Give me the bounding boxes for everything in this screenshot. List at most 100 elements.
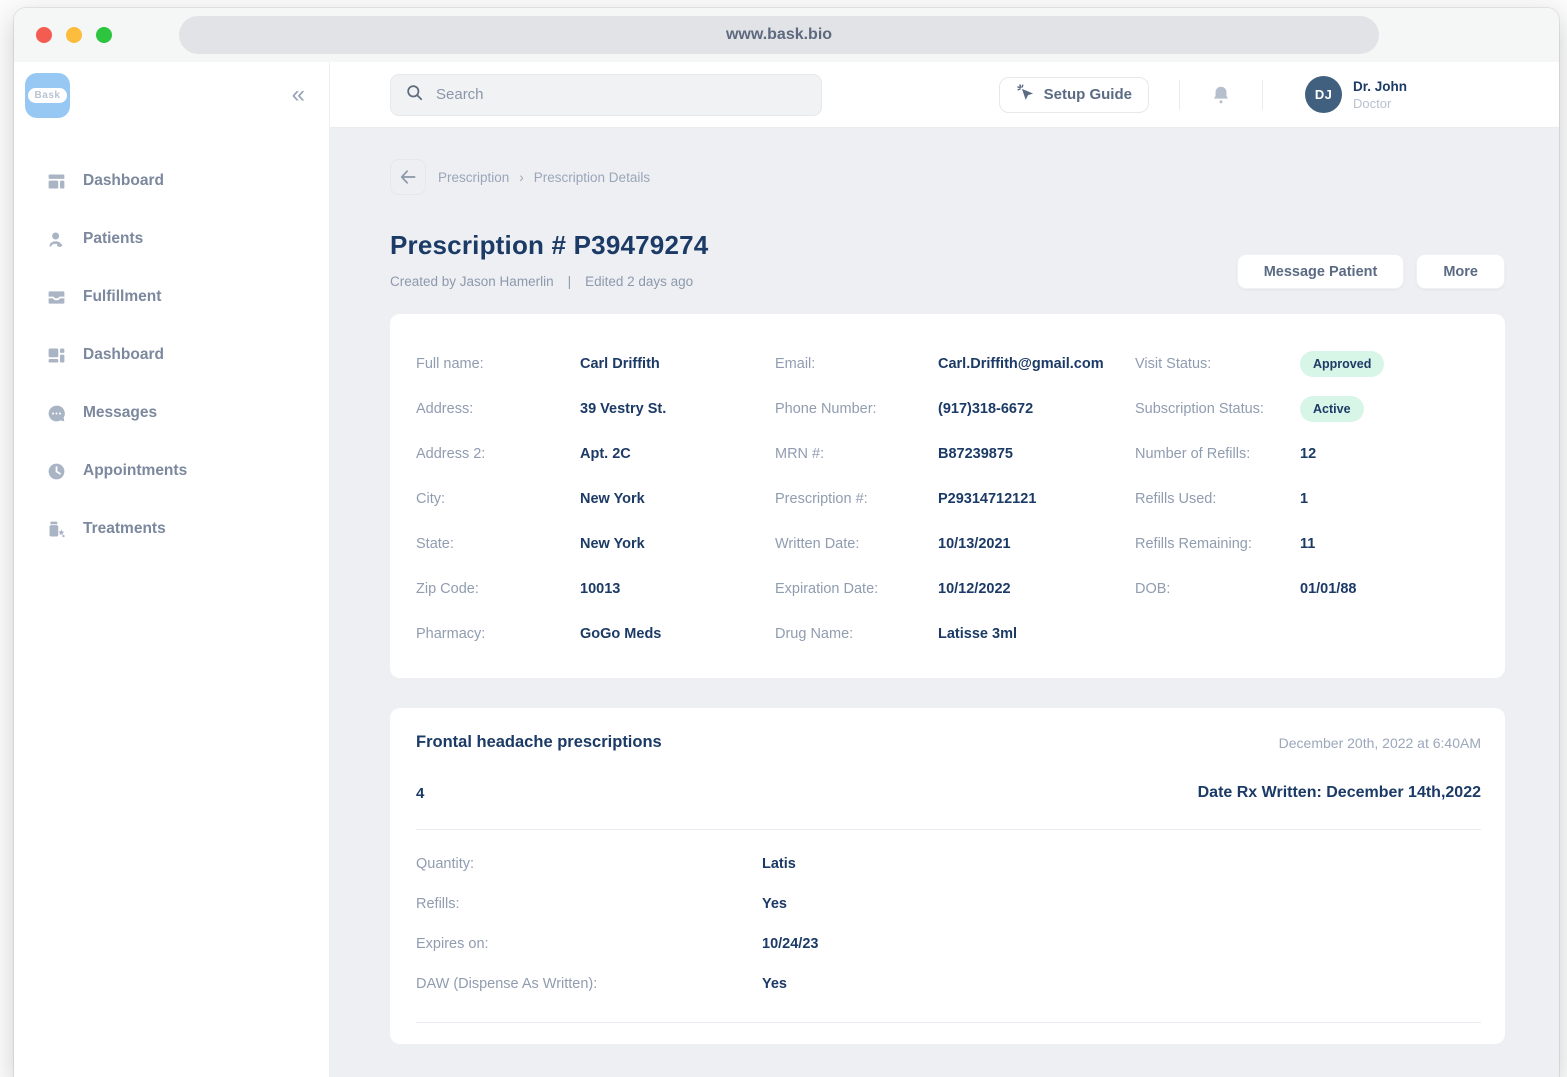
breadcrumb-prescription-details[interactable]: Prescription Details: [534, 170, 650, 185]
sidebar-item-label: Messages: [83, 404, 157, 422]
field-value: 10/13/2021: [938, 536, 1135, 552]
url-text: www.bask.bio: [726, 26, 832, 44]
created-by-text: Created by Jason Hamerlin: [390, 274, 554, 289]
field-value: 10013: [580, 581, 775, 597]
sidebar-item-dashboard-2[interactable]: Dashboard: [14, 326, 329, 384]
field-value: Latisse 3ml: [938, 626, 1135, 642]
rx-row-value: Yes: [762, 896, 1481, 912]
field-value: New York: [580, 536, 775, 552]
field-value: New York: [580, 491, 775, 507]
search-icon: [405, 83, 424, 107]
field-label: Visit Status:: [1135, 356, 1300, 372]
close-window-button[interactable]: [36, 27, 52, 43]
notifications-bell-icon[interactable]: [1210, 84, 1232, 106]
dashboard-grid-icon: [45, 170, 68, 193]
rx-row-label: Quantity:: [416, 856, 762, 872]
field-value: 1: [1300, 491, 1479, 507]
edited-text: Edited 2 days ago: [585, 274, 693, 289]
rx-row-value: 10/24/23: [762, 936, 1481, 952]
maximize-window-button[interactable]: [96, 27, 112, 43]
field-value: 11: [1300, 536, 1479, 552]
field-label: Full name:: [416, 356, 580, 372]
back-button[interactable]: [390, 159, 426, 195]
appointments-icon: [45, 460, 68, 483]
prescription-details-card: Full name: Carl Driffith Email: Carl.Dri…: [390, 314, 1505, 678]
field-label: Address:: [416, 401, 580, 417]
field-value: 39 Vestry St.: [580, 401, 775, 417]
divider: [416, 1022, 1481, 1023]
sidebar-item-dashboard-1[interactable]: Dashboard: [14, 152, 329, 210]
rx-date-written: Date Rx Written: December 14th,2022: [1198, 784, 1481, 802]
field-label: Drug Name:: [775, 626, 938, 642]
divider: [416, 829, 1481, 830]
field-label: MRN #:: [775, 446, 938, 462]
rx-row-label: Refills:: [416, 896, 762, 912]
treatments-icon: [45, 518, 68, 541]
sidebar-item-label: Fulfillment: [83, 288, 161, 306]
field-value: B87239875: [938, 446, 1135, 462]
sidebar-item-treatments[interactable]: Treatments: [14, 500, 329, 558]
rx-count: 4: [416, 785, 424, 802]
field-label: Expiration Date:: [775, 581, 938, 597]
setup-guide-button[interactable]: Setup Guide: [999, 77, 1149, 113]
rx-row-value: Latis: [762, 856, 1481, 872]
user-name: Dr. John: [1353, 79, 1407, 94]
avatar: DJ: [1305, 76, 1342, 113]
breadcrumb-separator: ›: [519, 170, 524, 185]
field-value: GoGo Meds: [580, 626, 775, 642]
field-value: P29314712121: [938, 491, 1135, 507]
rx-timestamp: December 20th, 2022 at 6:40AM: [1279, 735, 1481, 751]
sidebar-nav: Dashboard Patients Fulfillment: [14, 152, 329, 558]
field-label: Pharmacy:: [416, 626, 580, 642]
field-label: Refills Used:: [1135, 491, 1300, 507]
sidebar-item-patients[interactable]: Patients: [14, 210, 329, 268]
patients-icon: [45, 228, 68, 251]
rx-section-title: Frontal headache prescriptions: [416, 733, 662, 752]
field-label: Zip Code:: [416, 581, 580, 597]
header-divider: [1262, 80, 1263, 110]
field-value: Carl Driffith: [580, 356, 775, 372]
more-button[interactable]: More: [1416, 254, 1505, 289]
search-input[interactable]: [436, 86, 796, 103]
top-header: Setup Guide DJ Dr. John Doctor: [330, 62, 1559, 128]
user-menu[interactable]: DJ Dr. John Doctor: [1305, 76, 1407, 113]
breadcrumb: Prescription › Prescription Details: [390, 159, 1559, 195]
breadcrumb-prescription[interactable]: Prescription: [438, 170, 509, 185]
subscription-status-badge: Active: [1300, 396, 1364, 422]
field-value: 10/12/2022: [938, 581, 1135, 597]
field-label: Email:: [775, 356, 938, 372]
browser-window: www.bask.bio Bask « Dashboard: [14, 8, 1559, 1077]
app-logo[interactable]: Bask: [25, 73, 70, 118]
field-label: Refills Remaining:: [1135, 536, 1300, 552]
fulfillment-icon: [45, 286, 68, 309]
address-bar[interactable]: www.bask.bio: [179, 16, 1379, 54]
field-value: Carl.Driffith@gmail.com: [938, 356, 1135, 372]
dashboard-layout-icon: [45, 344, 68, 367]
search-box[interactable]: [390, 74, 822, 116]
sidebar-item-fulfillment[interactable]: Fulfillment: [14, 268, 329, 326]
field-label: DOB:: [1135, 581, 1300, 597]
field-value: 12: [1300, 446, 1479, 462]
sidebar-collapse-icon[interactable]: «: [292, 83, 305, 107]
rx-row-value: Yes: [762, 976, 1481, 992]
sidebar-item-label: Appointments: [83, 462, 187, 480]
back-arrow-icon: [398, 167, 418, 187]
page-title: Prescription # P39479274: [390, 230, 708, 261]
field-label: Written Date:: [775, 536, 938, 552]
magic-cursor-icon: [1016, 83, 1035, 106]
minimize-window-button[interactable]: [66, 27, 82, 43]
message-patient-button[interactable]: Message Patient: [1237, 254, 1405, 289]
rx-row-label: DAW (Dispense As Written):: [416, 976, 762, 992]
setup-guide-label: Setup Guide: [1044, 86, 1132, 103]
field-label: Address 2:: [416, 446, 580, 462]
field-label: Subscription Status:: [1135, 401, 1300, 417]
field-label: State:: [416, 536, 580, 552]
sidebar-item-messages[interactable]: Messages: [14, 384, 329, 442]
sidebar-item-appointments[interactable]: Appointments: [14, 442, 329, 500]
logo-text: Bask: [28, 88, 68, 103]
visit-status-badge: Approved: [1300, 351, 1384, 377]
traffic-lights: [36, 27, 112, 43]
browser-chrome: www.bask.bio: [14, 8, 1559, 62]
subtitle-divider: |: [568, 274, 572, 289]
sidebar-item-label: Dashboard: [83, 346, 164, 364]
